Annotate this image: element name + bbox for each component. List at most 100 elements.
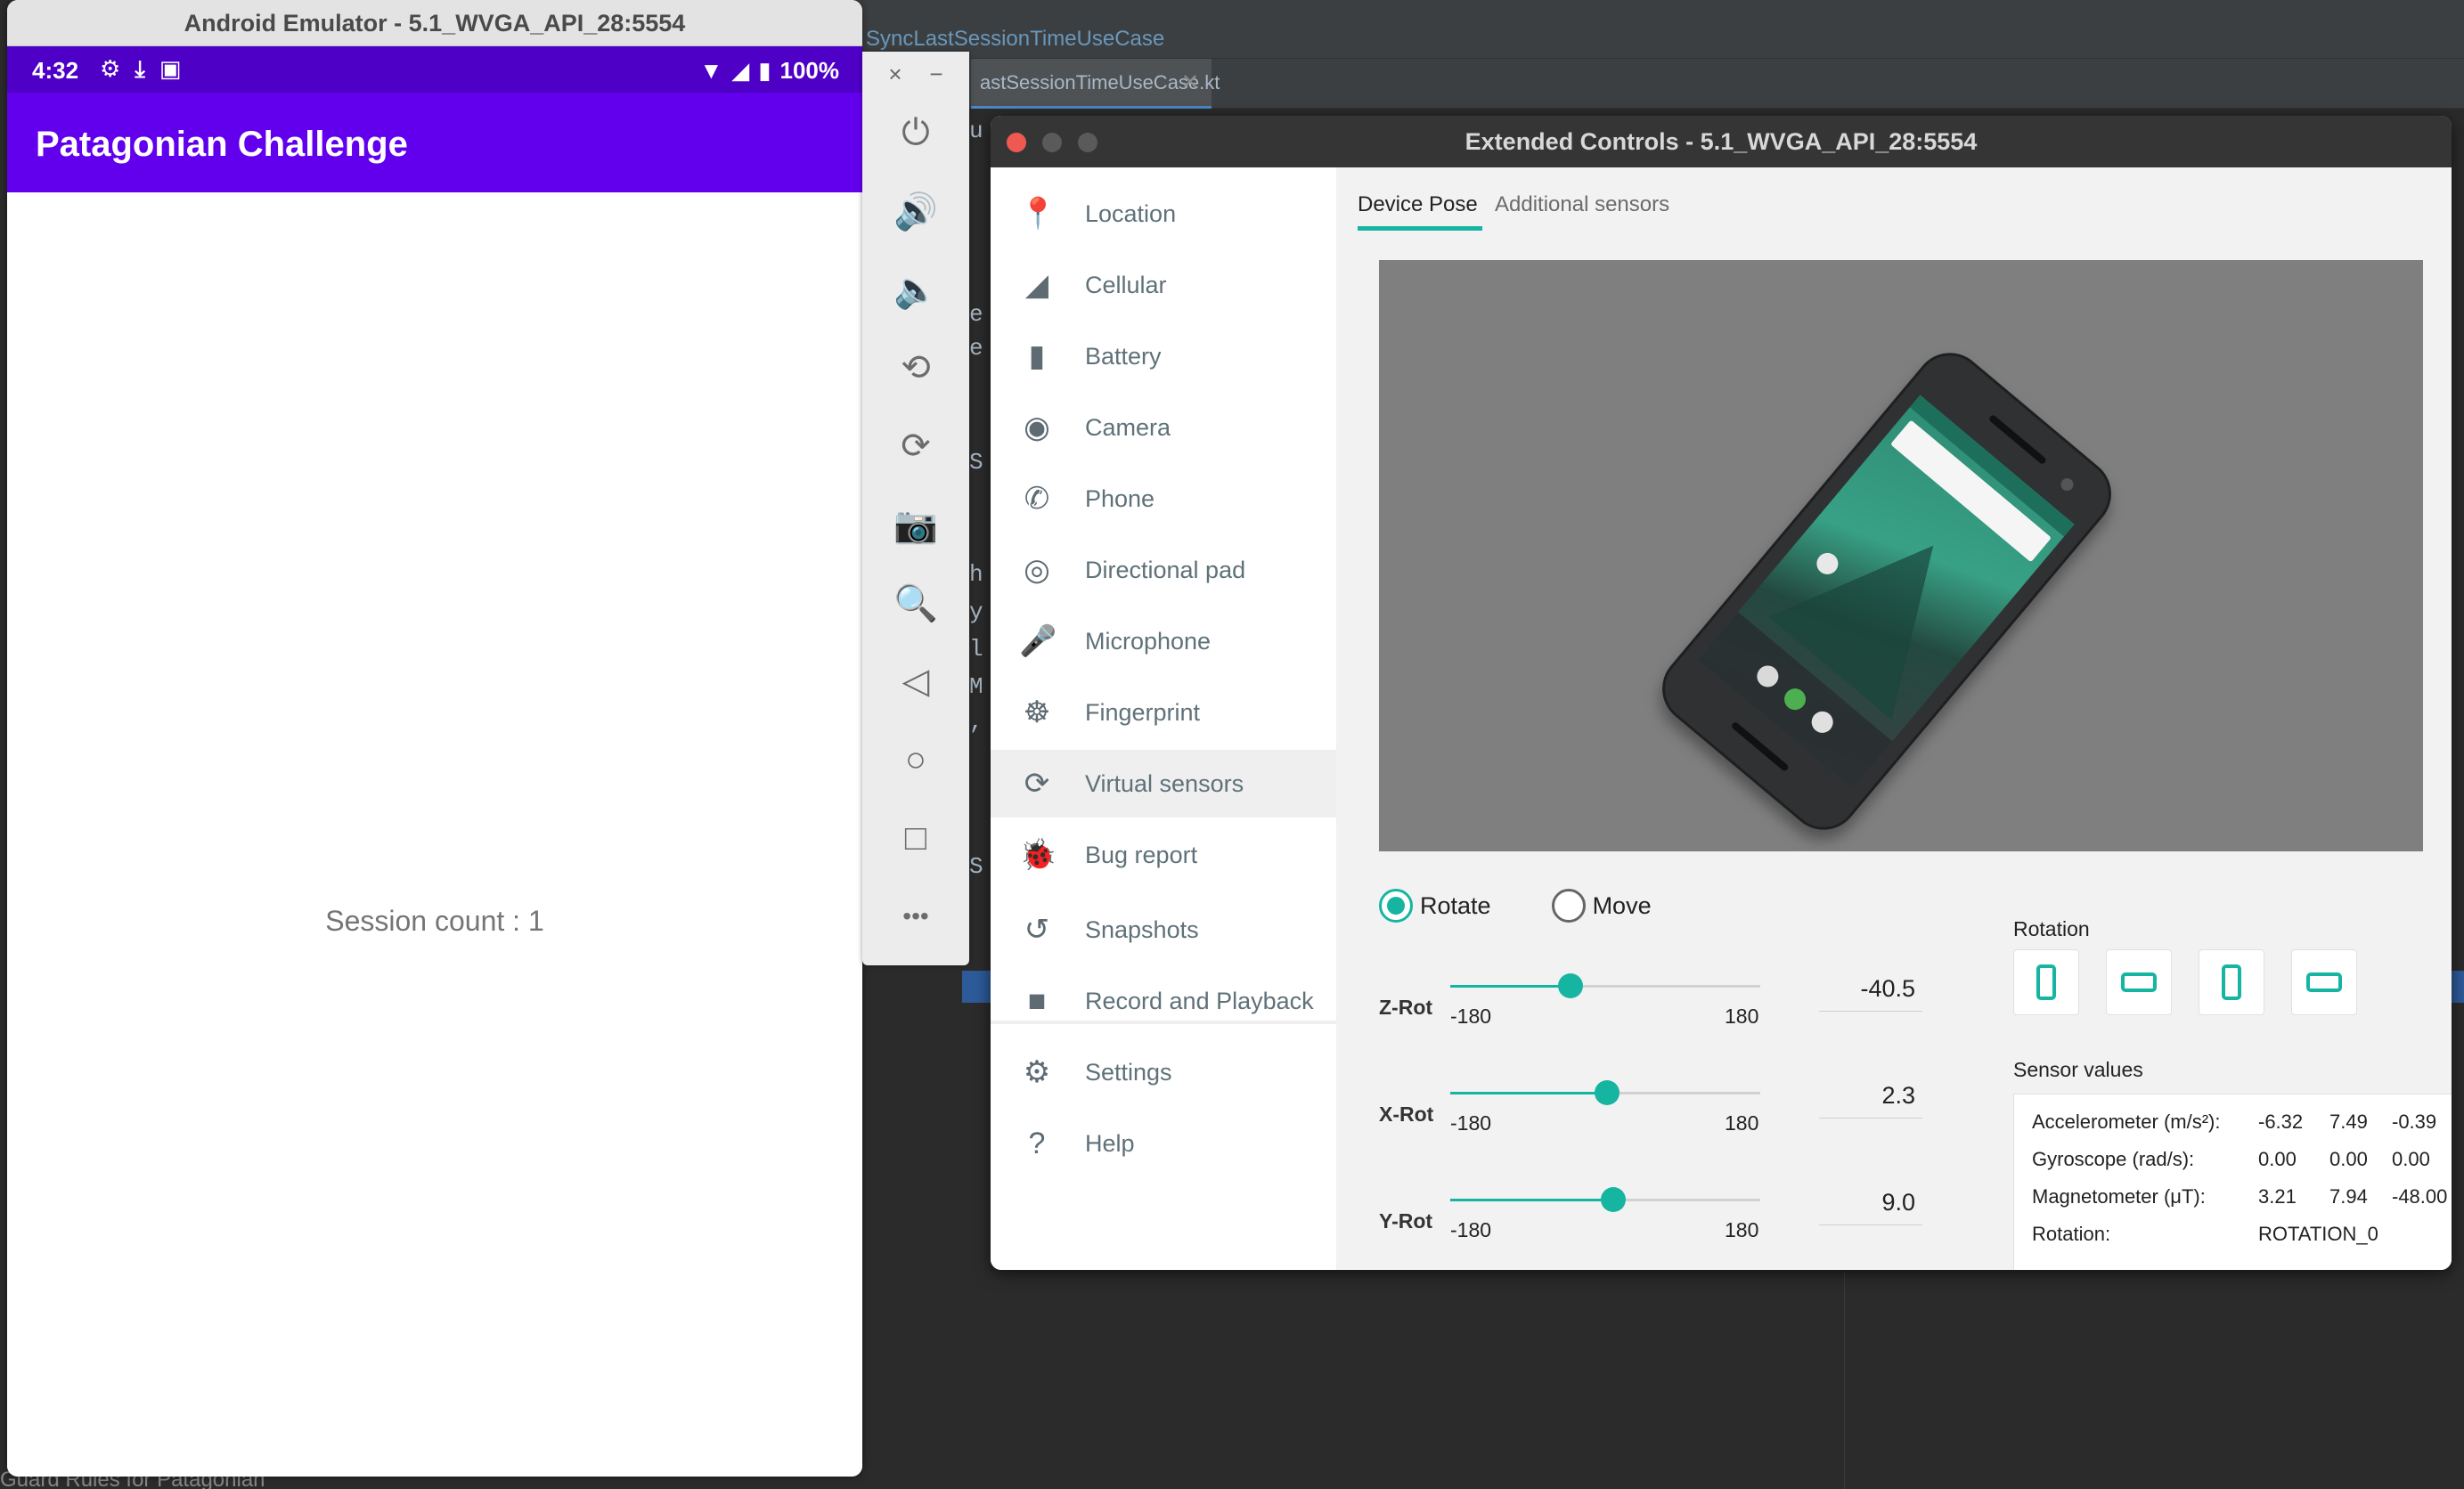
x-rot-slider[interactable] xyxy=(1450,1080,1760,1105)
minimize-window-button[interactable] xyxy=(1042,133,1062,152)
home-icon[interactable]: ○ xyxy=(862,728,969,791)
rotate-right-icon[interactable]: ⟳ xyxy=(862,415,969,477)
slider-max: 180 xyxy=(1725,1111,1759,1135)
location-pin-icon: 📍 xyxy=(1019,197,1057,231)
tab-additional-sensors[interactable]: Additional sensors xyxy=(1495,192,1669,217)
slider-thumb[interactable] xyxy=(1557,973,1583,998)
rotate-left-icon[interactable]: ⟲ xyxy=(862,337,969,399)
status-right: ▼ ◢ ▮ 100% xyxy=(699,57,839,85)
ide-side-panel xyxy=(1844,1272,2464,1489)
volume-down-icon[interactable]: 🔈 xyxy=(862,258,969,321)
slider-label: Y-Rot xyxy=(1379,1209,1433,1233)
battery-icon: ▮ xyxy=(758,57,771,84)
front-camera xyxy=(2058,476,2076,493)
nav-label: Battery xyxy=(1085,342,1162,370)
rotate-label[interactable]: Rotate xyxy=(1420,892,1491,920)
status-time: 4:32 xyxy=(32,57,79,84)
camera-icon[interactable]: 📷 xyxy=(862,493,969,556)
landscape-reverse-icon xyxy=(2306,972,2342,992)
volume-up-icon[interactable]: 🔊 xyxy=(862,180,969,242)
close-window-button[interactable] xyxy=(1007,133,1026,152)
nav-phone[interactable]: ✆ Phone xyxy=(991,465,1336,533)
device-model[interactable] xyxy=(1647,338,2126,845)
rotation-0-button[interactable] xyxy=(2013,949,2079,1015)
code-char: , xyxy=(969,709,983,736)
move-label[interactable]: Move xyxy=(1593,892,1652,920)
x-rot-value-field[interactable]: 2.3 xyxy=(1819,1078,1922,1119)
slider-max: 180 xyxy=(1725,1005,1759,1028)
y-rot-control: Y-Rot -180 180 9.0 xyxy=(1379,1184,1922,1270)
extended-controls-sidebar: 📍 Location ◢ Cellular ▮ Battery ◉ Camera… xyxy=(991,167,1336,1270)
device-screen xyxy=(1698,395,2075,790)
back-icon[interactable]: ◁ xyxy=(862,650,969,712)
nav-battery[interactable]: ▮ Battery xyxy=(991,322,1336,390)
zoom-window-button[interactable] xyxy=(1078,133,1097,152)
nav-location[interactable]: 📍 Location xyxy=(991,180,1336,248)
nav-fingerprint[interactable]: ☸ Fingerprint xyxy=(991,679,1336,746)
power-icon[interactable]: ⏻ xyxy=(862,102,969,164)
wifi-icon: ▼ xyxy=(699,57,723,84)
rotation-180-button[interactable] xyxy=(2199,949,2264,1015)
z-rot-value-field[interactable]: -40.5 xyxy=(1819,971,1922,1012)
pose-mode-group: Rotate Move xyxy=(1379,889,1652,923)
nav-bug-report[interactable]: 🐞 Bug report xyxy=(991,821,1336,889)
nav-snapshots[interactable]: ↺ Snapshots xyxy=(991,896,1336,964)
move-radio[interactable] xyxy=(1551,889,1586,923)
nav-settings[interactable]: ⚙ Settings xyxy=(991,1038,1336,1106)
sensor-value: -0.39 xyxy=(2392,1111,2437,1133)
nav-help[interactable]: ? Help xyxy=(991,1110,1336,1177)
overview-icon[interactable]: □ xyxy=(862,807,969,869)
slider-thumb[interactable] xyxy=(1600,1187,1626,1212)
battery-icon: ▮ xyxy=(1028,339,1046,373)
slider-fill xyxy=(1450,1199,1613,1201)
nav-record-playback[interactable]: ■ Record and Playback xyxy=(991,967,1336,1035)
slider-min: -180 xyxy=(1450,1111,1492,1135)
sensor-value: -48.00 xyxy=(2392,1185,2448,1208)
bug-icon: 🐞 xyxy=(1019,838,1057,872)
nav-cellular[interactable]: ◢ Cellular xyxy=(991,251,1336,319)
sensor-name: Magnetometer (μT): xyxy=(2032,1185,2206,1208)
minimize-icon[interactable]: − xyxy=(929,61,942,88)
nav-microphone[interactable]: 🎤 Microphone xyxy=(991,607,1336,675)
code-char: S xyxy=(969,449,983,476)
nav-camera[interactable]: ◉ Camera xyxy=(991,394,1336,461)
portrait-icon xyxy=(2036,964,2056,1000)
nav-label: Virtual sensors xyxy=(1085,769,1244,797)
battery-percent: 100% xyxy=(779,57,840,84)
y-rot-value-field[interactable]: 9.0 xyxy=(1819,1184,1922,1225)
zoom-icon[interactable]: 🔍 xyxy=(862,572,969,634)
tab-device-pose[interactable]: Device Pose xyxy=(1358,192,1478,217)
rotation-90-button[interactable] xyxy=(2106,949,2172,1015)
slider-min: -180 xyxy=(1450,1005,1492,1028)
nav-label: Directional pad xyxy=(1085,556,1246,583)
nav-directional-pad[interactable]: ◎ Directional pad xyxy=(991,536,1336,604)
help-icon: ? xyxy=(1028,1126,1046,1160)
gear-icon: ⚙ xyxy=(1023,1055,1051,1089)
extended-controls-window: Extended Controls - 5.1_WVGA_API_28:5554… xyxy=(991,116,2452,1270)
app-content: Session count : 1 xyxy=(7,192,862,1477)
fingerprint-icon: ☸ xyxy=(1023,696,1051,729)
sensor-value: 0.00 xyxy=(2392,1148,2430,1170)
nav-label: Location xyxy=(1085,199,1177,227)
rotate-radio[interactable] xyxy=(1379,889,1413,923)
ide-breadcrumb[interactable]: SyncLastSessionTimeUseCase xyxy=(855,20,2464,59)
code-char: h xyxy=(969,561,983,588)
code-char: u xyxy=(969,118,983,144)
slider-min: -180 xyxy=(1450,1218,1492,1241)
z-rot-slider[interactable] xyxy=(1450,973,1760,998)
x-rot-control: X-Rot -180 180 2.3 xyxy=(1379,1078,1922,1167)
y-rot-slider[interactable] xyxy=(1450,1187,1760,1212)
breadcrumb-label[interactable]: SyncLastSessionTimeUseCase xyxy=(866,27,1164,52)
video-camera-icon: ■ xyxy=(1027,983,1047,1018)
close-icon[interactable]: ✕ xyxy=(1181,69,1199,95)
dpad-icon: ◎ xyxy=(1024,553,1050,587)
close-icon[interactable]: × xyxy=(888,61,902,88)
device-pose-viewport[interactable] xyxy=(1379,260,2423,851)
nav-virtual-sensors[interactable]: ⟳ Virtual sensors xyxy=(991,750,1336,818)
more-icon[interactable]: ••• xyxy=(862,885,969,948)
session-count-text: Session count : 1 xyxy=(325,905,544,937)
ide-editor-tab[interactable]: astSessionTimeUseCase.kt ✕ xyxy=(971,59,1220,109)
rotation-270-button[interactable] xyxy=(2291,949,2357,1015)
slider-thumb[interactable] xyxy=(1595,1080,1620,1105)
microphone-icon: 🎤 xyxy=(1019,624,1057,658)
